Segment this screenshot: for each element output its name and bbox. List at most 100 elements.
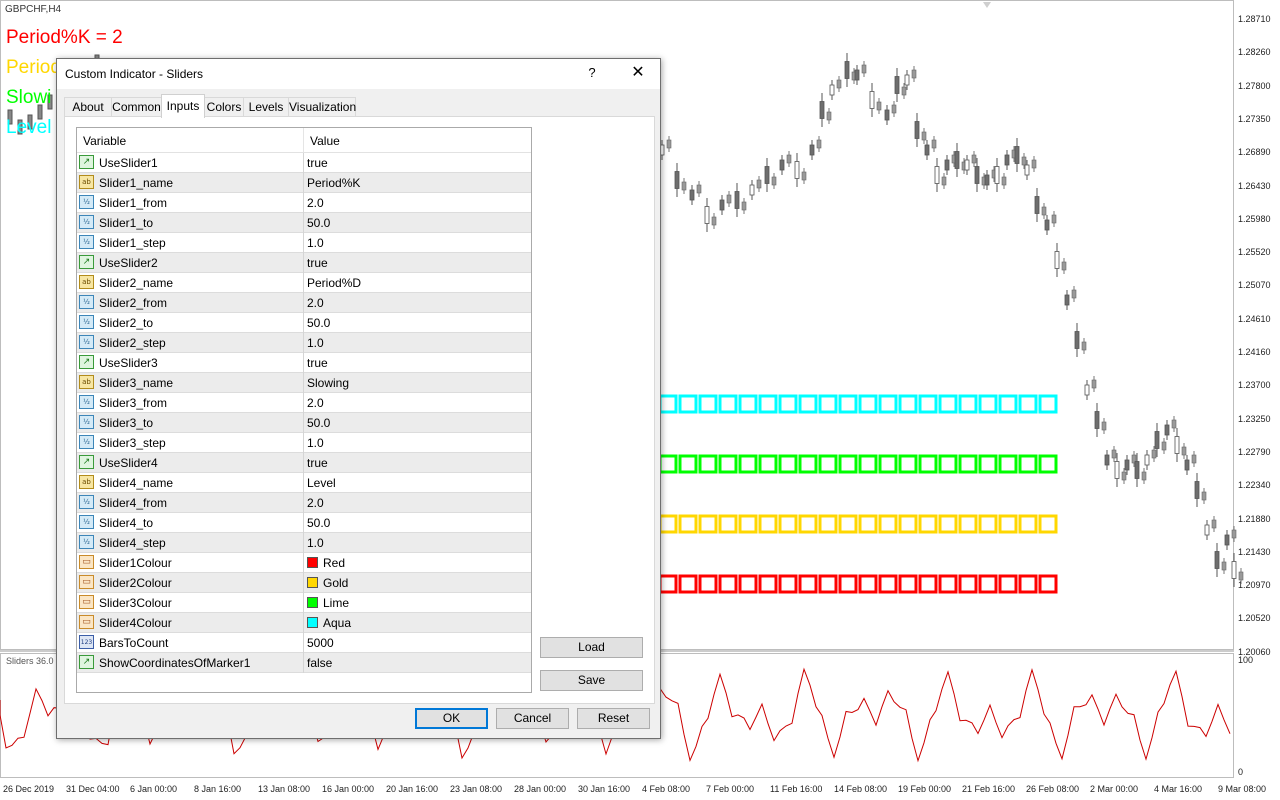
slider-box <box>678 454 698 474</box>
variable-name: Slider4_name <box>99 476 174 490</box>
variable-value[interactable]: 50.0 <box>307 216 330 230</box>
variable-name: Slider4_from <box>99 496 168 510</box>
variable-value[interactable]: 2.0 <box>307 496 324 510</box>
variable-value[interactable]: 1.0 <box>307 236 324 250</box>
candle-body <box>1101 421 1107 431</box>
tab-levels[interactable]: Levels <box>243 97 289 117</box>
input-row-slider1_from[interactable]: ½ Slider1_from 2.0 <box>77 193 531 213</box>
slider-box <box>878 574 898 594</box>
color-swatch[interactable] <box>307 617 318 628</box>
variable-value[interactable]: 50.0 <box>307 316 330 330</box>
input-row-slider2_step[interactable]: ½ Slider2_step 1.0 <box>77 333 531 353</box>
candle-body <box>1044 219 1050 231</box>
inputs-grid[interactable]: Variable Value ↗ UseSlider1 true ab Slider1_… <box>76 127 532 693</box>
cancel-button[interactable]: Cancel <box>496 708 569 729</box>
input-row-slider2_from[interactable]: ½ Slider2_from 2.0 <box>77 293 531 313</box>
variable-value[interactable]: Lime <box>323 596 349 610</box>
dialog-titlebar[interactable]: Custom Indicator - Sliders ? ✕ <box>57 59 660 89</box>
tab-visualization[interactable]: Visualization <box>288 97 356 117</box>
variable-value[interactable]: Red <box>323 556 345 570</box>
variable-value[interactable]: Gold <box>323 576 348 590</box>
tab-colors[interactable]: Colors <box>204 97 244 117</box>
cell-divider <box>303 293 304 313</box>
variable-value[interactable]: Period%D <box>307 276 361 290</box>
variable-value[interactable]: 1.0 <box>307 336 324 350</box>
tab-common[interactable]: Common <box>111 97 162 117</box>
dialog-title: Custom Indicator - Sliders <box>65 67 204 81</box>
price-tick-label: 1.24160 <box>1238 347 1271 357</box>
variable-name: Slider2_step <box>99 336 166 350</box>
ok-button[interactable]: OK <box>415 708 488 729</box>
input-row-useslider3[interactable]: ↗ UseSlider3 true <box>77 353 531 373</box>
input-row-slider1_name[interactable]: ab Slider1_name Period%K <box>77 173 531 193</box>
variable-value[interactable]: Level <box>307 476 336 490</box>
input-row-slider4_to[interactable]: ½ Slider4_to 50.0 <box>77 513 531 533</box>
candle-body <box>971 154 977 164</box>
candle-body <box>749 184 755 196</box>
input-row-slider4_step[interactable]: ½ Slider4_step 1.0 <box>77 533 531 553</box>
variable-value[interactable]: true <box>307 256 328 270</box>
variable-value[interactable]: 2.0 <box>307 196 324 210</box>
color-swatch[interactable] <box>307 577 318 588</box>
slider-box <box>1038 394 1058 414</box>
int-type-icon: 123 <box>79 635 94 649</box>
input-row-slider1_to[interactable]: ½ Slider1_to 50.0 <box>77 213 531 233</box>
input-row-showcoordinatesofmarker1[interactable]: ↗ ShowCoordinatesOfMarker1 false <box>77 653 531 673</box>
variable-name: Slider1_step <box>99 236 166 250</box>
slider-box <box>1018 454 1038 474</box>
input-row-slider1_step[interactable]: ½ Slider1_step 1.0 <box>77 233 531 253</box>
column-header-variable[interactable]: Variable <box>83 134 126 148</box>
input-row-useslider1[interactable]: ↗ UseSlider1 true <box>77 153 531 173</box>
variable-value[interactable]: false <box>307 656 332 670</box>
save-button[interactable]: Save <box>540 670 643 691</box>
variable-value[interactable]: 5000 <box>307 636 334 650</box>
variable-value[interactable]: Period%K <box>307 176 360 190</box>
input-row-slider3_from[interactable]: ½ Slider3_from 2.0 <box>77 393 531 413</box>
variable-value[interactable]: 1.0 <box>307 436 324 450</box>
column-header-value[interactable]: Value <box>310 134 340 148</box>
load-button[interactable]: Load <box>540 637 643 658</box>
double-type-icon: ½ <box>79 315 94 329</box>
input-row-slider3_name[interactable]: ab Slider3_name Slowing <box>77 373 531 393</box>
candle-body <box>984 174 990 186</box>
input-row-slider3_to[interactable]: ½ Slider3_to 50.0 <box>77 413 531 433</box>
candle-body <box>1194 481 1200 499</box>
input-row-slider4_from[interactable]: ½ Slider4_from 2.0 <box>77 493 531 513</box>
input-row-slider2colour[interactable]: ▭ Slider2Colour Gold <box>77 573 531 593</box>
candle-body <box>674 171 680 189</box>
candle-body <box>1191 454 1197 464</box>
variable-value[interactable]: 50.0 <box>307 416 330 430</box>
variable-value[interactable]: Aqua <box>323 616 351 630</box>
variable-value[interactable]: 1.0 <box>307 536 324 550</box>
color-swatch[interactable] <box>307 597 318 608</box>
input-row-slider1colour[interactable]: ▭ Slider1Colour Red <box>77 553 531 573</box>
string-type-icon: ab <box>79 475 94 489</box>
variable-value[interactable]: 2.0 <box>307 396 324 410</box>
input-row-slider4_name[interactable]: ab Slider4_name Level <box>77 473 531 493</box>
cell-divider <box>303 473 304 493</box>
input-row-useslider4[interactable]: ↗ UseSlider4 true <box>77 453 531 473</box>
tab-inputs[interactable]: Inputs <box>161 94 205 118</box>
column-divider[interactable] <box>303 128 304 152</box>
variable-value[interactable]: true <box>307 356 328 370</box>
input-row-barstocount[interactable]: 123 BarsToCount 5000 <box>77 633 531 653</box>
reset-button[interactable]: Reset <box>577 708 650 729</box>
help-button[interactable]: ? <box>577 59 607 89</box>
variable-value[interactable]: true <box>307 456 328 470</box>
input-row-slider3colour[interactable]: ▭ Slider3Colour Lime <box>77 593 531 613</box>
input-row-slider2_to[interactable]: ½ Slider2_to 50.0 <box>77 313 531 333</box>
candle-body <box>1238 571 1244 581</box>
variable-value[interactable]: 50.0 <box>307 516 330 530</box>
close-icon[interactable]: ✕ <box>620 59 656 89</box>
input-row-useslider2[interactable]: ↗ UseSlider2 true <box>77 253 531 273</box>
tab-about[interactable]: About <box>64 97 112 117</box>
color-swatch[interactable] <box>307 557 318 568</box>
variable-value[interactable]: 2.0 <box>307 296 324 310</box>
input-row-slider3_step[interactable]: ½ Slider3_step 1.0 <box>77 433 531 453</box>
input-row-slider2_name[interactable]: ab Slider2_name Period%D <box>77 273 531 293</box>
variable-name: Slider1_from <box>99 196 168 210</box>
variable-value[interactable]: Slowing <box>307 376 349 390</box>
input-row-slider4colour[interactable]: ▭ Slider4Colour Aqua <box>77 613 531 633</box>
cell-divider <box>303 353 304 373</box>
variable-value[interactable]: true <box>307 156 328 170</box>
